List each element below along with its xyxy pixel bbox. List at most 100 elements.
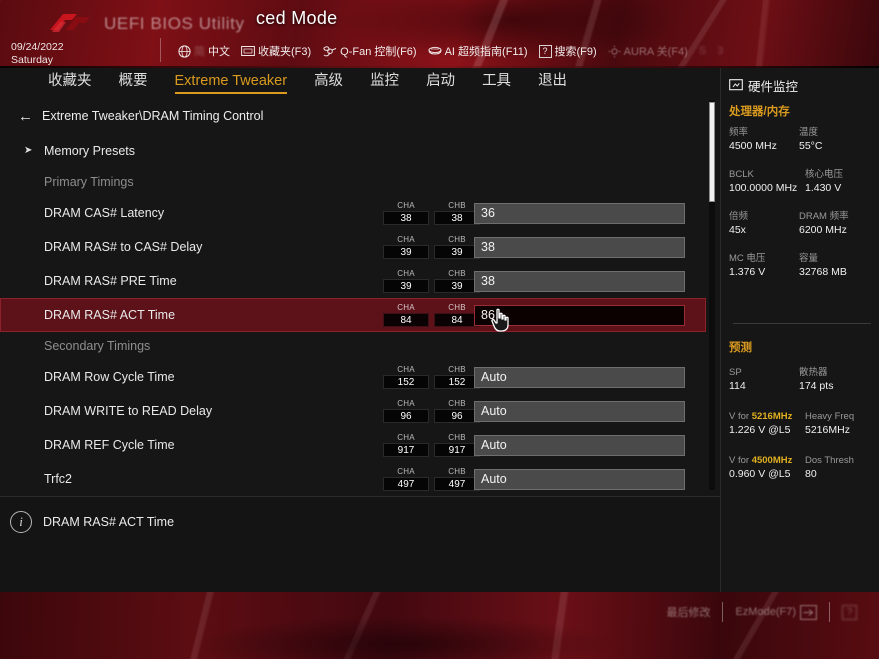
hw-monitor-header: 硬件监控	[729, 76, 798, 95]
row-dram-cas-latency[interactable]: DRAM CAS# Latency CHA 38 CHB 38 36	[0, 196, 706, 230]
hw-stat-value: 0.960 V @L5	[729, 467, 805, 481]
favorites-button[interactable]: 收藏夹(F3)	[241, 43, 311, 59]
hw-stat-value: 1.430 V	[805, 181, 875, 195]
settings-scrollbar[interactable]	[709, 100, 715, 490]
row-dram-ras-to-cas-delay[interactable]: DRAM RAS# to CAS# Delay CHA 39 CHB 39 38	[0, 230, 706, 264]
scrollbar-thumb[interactable]	[709, 102, 715, 202]
hw-stat-key: BCLK	[729, 168, 805, 181]
hw-stat-cell: DRAM 频率 6200 MHz	[799, 210, 869, 237]
hw-stat-cell: 倍频 45x	[729, 210, 799, 237]
row-dram-row-cycle-time[interactable]: DRAM Row Cycle Time CHA 152 CHB 152 Auto	[0, 360, 706, 394]
hw-stat-key: V for 5216MHz	[729, 410, 805, 423]
hw-stat-key: Dos Thresh	[805, 454, 875, 467]
bottom-divider	[722, 602, 723, 622]
row-dram-ras-pre-time[interactable]: DRAM RAS# PRE Time CHA 39 CHB 39 38	[0, 264, 706, 298]
cha-readout: CHA 917	[383, 433, 429, 457]
info-text: DRAM RAS# ACT Time	[43, 515, 174, 529]
bottom-actions: 最后修改 EzMode(F7) ?	[666, 600, 857, 624]
hw-stat-row: MC 电压 1.376 V 容量 32768 MB	[729, 252, 875, 279]
chevron-right-icon: ➤	[24, 146, 32, 156]
tab-boot[interactable]: 启动	[426, 72, 455, 94]
cha-caption: CHA	[383, 269, 429, 279]
aura-label: AURA 关(F4)	[624, 43, 688, 59]
hw-stat-cell: 核心电压 1.430 V	[805, 168, 875, 195]
tab-monitor[interactable]: 监控	[370, 72, 399, 94]
row-value-field[interactable]: Auto	[474, 469, 685, 490]
toolbar-extra-1[interactable]: S	[699, 45, 706, 57]
cha-readout: CHA 84	[383, 303, 429, 327]
toolbar-extra-2[interactable]: 3	[717, 45, 723, 57]
hw-stat-cell: V for 4500MHz 0.960 V @L5	[729, 454, 805, 481]
language-button[interactable]: 简 中文	[178, 43, 230, 59]
row-label: DRAM REF Cycle Time	[44, 438, 175, 452]
hw-stat-row: V for 4500MHz 0.960 V @L5 Dos Thresh 80	[729, 454, 875, 481]
hw-stat-value: 80	[805, 467, 875, 481]
hw-stat-row: 频率 4500 MHz 温度 55°C	[729, 126, 875, 153]
favorites-folder-icon	[241, 45, 255, 57]
tab-advanced[interactable]: 高级	[314, 72, 343, 94]
hw-stat-cell: V for 5216MHz 1.226 V @L5	[729, 410, 805, 437]
hw-stat-cell: 温度 55°C	[799, 126, 869, 153]
cha-value: 497	[383, 477, 429, 491]
hw-monitor-title: 硬件监控	[748, 76, 798, 95]
row-value-field[interactable]: Auto	[474, 435, 685, 456]
tab-extreme-tweaker[interactable]: Extreme Tweaker	[175, 72, 288, 94]
cha-value: 39	[383, 245, 429, 259]
tab-exit[interactable]: 退出	[538, 72, 567, 94]
hw-stat-key: 散热器	[799, 366, 869, 379]
settings-row-list: ➤ Memory Presets Primary Timings DRAM CA…	[0, 134, 706, 496]
language-label: 中文	[208, 43, 230, 59]
help-key-icon: ?	[842, 605, 857, 620]
row-value-field[interactable]: Auto	[474, 401, 685, 422]
tab-favorites[interactable]: 收藏夹	[48, 72, 92, 94]
row-dram-write-to-read-delay[interactable]: DRAM WRITE to READ Delay CHA 96 CHB 96 A…	[0, 394, 706, 428]
row-value-field[interactable]: Auto	[474, 367, 685, 388]
toolbar-divider	[160, 38, 161, 62]
ezmode-label: EzMode(F7)	[735, 606, 796, 618]
row-dram-ras-act-time[interactable]: DRAM RAS# ACT Time CHA 84 CHB 84 86	[0, 298, 706, 332]
toolbar-extra-1-label: S	[699, 45, 706, 57]
row-trfc2[interactable]: Trfc2 CHA 497 CHB 497 Auto	[0, 462, 706, 496]
ezmode-button[interactable]: EzMode(F7)	[735, 605, 817, 620]
row-memory-presets[interactable]: ➤ Memory Presets	[0, 134, 706, 168]
hw-stat-key: 容量	[799, 252, 869, 265]
hw-stat-value: 1.376 V	[729, 265, 799, 279]
cha-value: 917	[383, 443, 429, 457]
aura-button[interactable]: AURA 关(F4)	[608, 43, 688, 59]
toolbar-extra-2-label: 3	[717, 45, 723, 57]
section-label: Secondary Timings	[44, 339, 150, 353]
hw-stat-cell: BCLK 100.0000 MHz	[729, 168, 805, 195]
cha-readout: CHA 96	[383, 399, 429, 423]
hw-stat-key: SP	[729, 366, 799, 379]
brand-text: UEFI BIOS Utility	[104, 11, 245, 37]
help-button[interactable]: ?	[842, 605, 857, 620]
hw-stat-value: 5216MHz	[805, 423, 875, 437]
row-value-field[interactable]: 36	[474, 203, 685, 224]
cha-caption: CHA	[383, 201, 429, 211]
hw-stat-key: 核心电压	[805, 168, 875, 181]
sidebar-divider	[733, 323, 871, 324]
cha-caption: CHA	[383, 467, 429, 477]
last-modified-button[interactable]: 最后修改	[666, 604, 710, 620]
back-arrow-icon[interactable]: ←	[18, 109, 33, 124]
hw-stat-key: DRAM 频率	[799, 210, 869, 223]
arrow-right-box-icon	[800, 605, 817, 620]
tab-tool[interactable]: 工具	[482, 72, 511, 94]
hw-stat-key-highlight: 4500MHz	[752, 455, 793, 466]
row-value-field[interactable]: 38	[474, 237, 685, 258]
ai-overclock-button[interactable]: AI 超频指南(F11)	[428, 43, 528, 59]
cha-caption: CHA	[383, 365, 429, 375]
monitor-icon	[729, 79, 743, 92]
hw-stat-value: 55°C	[799, 139, 869, 153]
row-dram-ref-cycle-time[interactable]: DRAM REF Cycle Time CHA 917 CHB 917 Auto	[0, 428, 706, 462]
top-banner: UEFI BIOS Utility ced Mode 09/24/2022 Sa…	[0, 0, 879, 68]
row-value-field[interactable]: 86	[474, 305, 685, 326]
row-value-field[interactable]: 38	[474, 271, 685, 292]
row-label: DRAM RAS# PRE Time	[44, 274, 177, 288]
hw-stat-key: MC 电压	[729, 252, 799, 265]
qfan-button[interactable]: Q-Fan 控制(F6)	[322, 43, 416, 59]
tab-main[interactable]: 概要	[119, 72, 148, 94]
search-button[interactable]: ? 搜索(F9)	[539, 43, 597, 59]
hw-stat-value: 6200 MHz	[799, 223, 869, 237]
search-label: 搜索(F9)	[555, 43, 597, 59]
